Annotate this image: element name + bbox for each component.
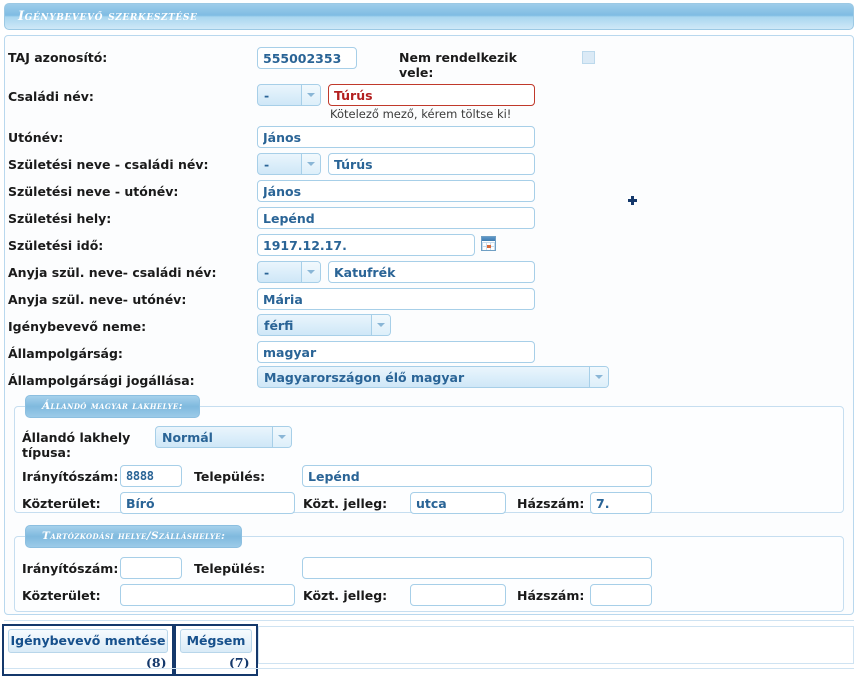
label-permanent-street-type: Közt. jelleg: [303,496,388,511]
label-permanent-city: Település: [194,469,266,484]
label-family-name: Családi név: [8,89,94,104]
permanent-address-type-value: Normál [162,430,213,445]
label-birth-given-name: Születési neve - utónév: [8,184,179,199]
label-citizenship: Állampolgárság: [8,346,123,361]
permanent-city-input[interactable] [302,465,652,487]
divider-bottom [4,668,854,669]
mother-given-name-input[interactable] [257,288,535,310]
temporary-address-legend: Tartózkodási helye/Szálláshelye: [25,525,243,548]
citizenship-status-dropdown[interactable]: Magyarországon élő magyar [257,366,609,388]
chevron-down-icon[interactable] [301,154,320,174]
label-no-taj: Nem rendelkezik vele: [399,50,517,80]
permanent-address-type-dropdown[interactable]: Normál [155,426,292,448]
label-given-name: Utónév: [8,130,64,145]
label-permanent-zip: Irányítószám: [22,469,119,484]
family-name-prefix-value: - [264,88,270,103]
label-permanent-address-type: Állandó lakhely típusa: [22,430,131,460]
citizenship-input[interactable] [257,341,535,363]
temporary-street-input[interactable] [120,584,295,606]
label-birth-place: Születési hely: [8,211,112,226]
label-temporary-zip: Irányítószám: [22,561,119,576]
given-name-input[interactable] [257,126,535,148]
temporary-house-number-input[interactable] [590,584,652,606]
citizenship-status-value: Magyarországon élő magyar [264,370,465,385]
family-name-prefix-dropdown[interactable]: - [257,84,321,106]
family-name-input[interactable] [328,84,535,106]
calendar-icon-today [487,245,491,248]
label-birth-date: Születési idő: [8,238,104,253]
label-temporary-street-type: Közt. jelleg: [303,588,388,603]
chevron-down-icon[interactable] [301,85,320,105]
cancel-button[interactable]: Mégsem [180,629,252,653]
bottom-panel [258,626,854,664]
birth-given-name-input[interactable] [257,180,535,202]
taj-input[interactable] [257,47,357,69]
temporary-street-type-input[interactable] [410,584,506,606]
temporary-city-input[interactable] [302,557,652,579]
page-title: Igénybevevő szerkesztése [18,9,198,24]
birth-family-name-prefix-value: - [264,157,270,172]
permanent-address-legend: Állandó magyar lakhelye: [25,395,200,418]
cursor-marker [628,196,637,205]
chevron-down-icon[interactable] [272,427,291,447]
permanent-house-number-input[interactable] [590,492,652,514]
label-mother-family-name: Anyja szül. neve- családi név: [8,265,217,280]
calendar-icon-header [482,237,495,241]
label-citizenship-status: Állampolgársági jogállása: [8,373,195,388]
label-temporary-city: Település: [194,561,266,576]
divider-top [4,620,854,621]
gender-value: férfi [264,318,294,333]
mother-family-name-input[interactable] [328,261,535,283]
chevron-down-icon[interactable] [371,315,390,335]
birth-place-input[interactable] [257,207,535,229]
permanent-street-type-input[interactable] [410,492,506,514]
label-temporary-house-number: Házszám: [517,588,585,603]
label-temporary-street: Közterület: [22,588,101,603]
birth-family-name-prefix-dropdown[interactable]: - [257,153,321,175]
no-taj-checkbox[interactable] [582,51,595,64]
label-gender: Igénybevevő neme: [8,319,147,334]
save-button[interactable]: Igénybevevő mentése [8,629,168,653]
label-taj: TAJ azonosító: [8,50,108,65]
gender-dropdown[interactable]: férfi [257,314,391,336]
chevron-down-icon[interactable] [301,262,320,282]
permanent-zip-input[interactable] [120,465,182,487]
label-permanent-house-number: Házszám: [517,496,585,511]
label-birth-family-name: Születési neve - családi név: [8,157,209,172]
permanent-street-input[interactable] [120,492,295,514]
label-mother-given-name: Anyja szül. neve- utónév: [8,292,187,307]
birth-date-input[interactable] [257,234,475,256]
mother-family-name-prefix-dropdown[interactable]: - [257,261,321,283]
window-titlebar: Igénybevevő szerkesztése [4,3,854,30]
family-name-error-message: Kötelező mező, kérem töltse ki! [330,107,512,121]
mother-family-name-prefix-value: - [264,265,270,280]
label-permanent-street: Közterület: [22,496,101,511]
calendar-icon[interactable] [481,236,496,251]
igenybevevo-edit-page: Igénybevevő szerkesztése TAJ azonosító: … [0,0,858,676]
chevron-down-icon[interactable] [589,367,608,387]
birth-family-name-input[interactable] [328,153,535,175]
temporary-zip-input[interactable] [120,557,182,579]
